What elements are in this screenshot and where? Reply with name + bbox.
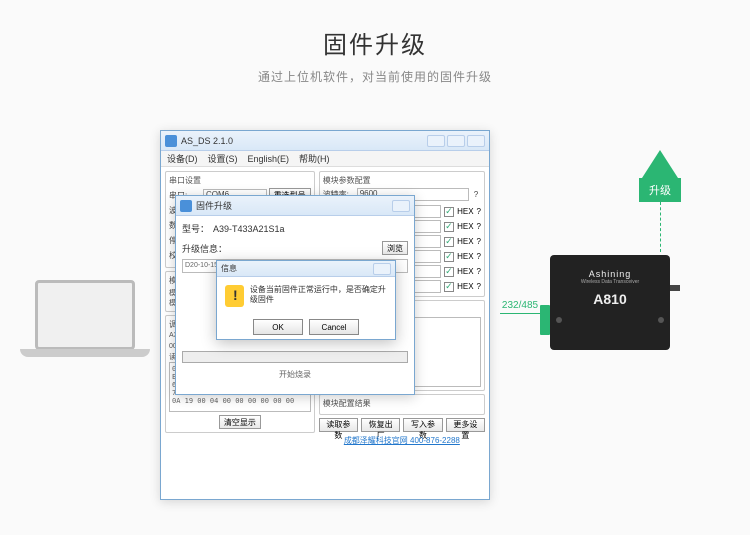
sub-close-button[interactable] <box>392 200 410 212</box>
device-model: A810 <box>556 291 664 307</box>
sub-window-title: 固件升级 <box>196 199 232 212</box>
minimize-button[interactable] <box>427 135 445 147</box>
factory-reset-button[interactable]: 恢复出厂 <box>361 418 400 432</box>
app-icon <box>180 200 192 212</box>
dialog-title: 信息 <box>221 263 237 274</box>
dialog-titlebar[interactable]: 信息 <box>217 261 395 277</box>
footer-link[interactable]: 成都泽耀科技官网 400-876-2288 <box>319 435 485 446</box>
hex-chk-1[interactable] <box>444 207 454 217</box>
menu-help[interactable]: 帮助(H) <box>299 152 330 165</box>
confirm-dialog: 信息 设备当前固件正常运行中，是否确定升级固件 OK Cancel <box>216 260 396 340</box>
laptop-illustration <box>20 280 150 380</box>
upgrade-info-label: 升级信息： <box>182 242 227 255</box>
device-brand: Ashining <box>556 269 664 279</box>
progress-bar <box>182 351 408 363</box>
page-title: 固件升级 <box>0 25 750 60</box>
ok-button[interactable]: OK <box>253 319 303 335</box>
dialog-close-button[interactable] <box>373 263 391 275</box>
menu-settings[interactable]: 设置(S) <box>208 152 238 165</box>
serial-arrow: 232/485 <box>500 300 540 314</box>
model-label: 型号： <box>182 222 209 235</box>
clear-button[interactable]: 清空显示 <box>219 415 261 429</box>
antenna-connector <box>670 285 680 291</box>
param-group-title: 模块参数配置 <box>323 175 481 186</box>
read-params-button[interactable]: 读取参数 <box>319 418 358 432</box>
config-result-title: 模块配置结果 <box>323 398 481 409</box>
cancel-button[interactable]: Cancel <box>309 319 359 335</box>
hex-chk-2[interactable] <box>444 222 454 232</box>
close-button[interactable] <box>467 135 485 147</box>
dialog-message: 设备当前固件正常运行中，是否确定升级固件 <box>250 285 387 306</box>
page-subtitle: 通过上位机软件，对当前使用的固件升级 <box>0 68 750 85</box>
serial-group-title: 串口设置 <box>169 175 311 186</box>
hardware-device: Ashining Wireless Data Transceiver A810 <box>550 255 670 350</box>
maximize-button[interactable] <box>447 135 465 147</box>
more-settings-button[interactable]: 更多设置 <box>446 418 485 432</box>
upgrade-label: 升级 <box>639 178 681 202</box>
write-params-button[interactable]: 写入参数 <box>403 418 442 432</box>
menu-device[interactable]: 设备(D) <box>167 152 198 165</box>
device-subtitle: Wireless Data Transceiver <box>556 279 664 285</box>
main-titlebar[interactable]: AS_DS 2.1.0 <box>161 131 489 151</box>
browse-button[interactable]: 浏览 <box>382 241 408 255</box>
main-window-title: AS_DS 2.1.0 <box>181 136 233 146</box>
menu-english[interactable]: English(E) <box>248 154 290 164</box>
model-value: A39-T433A21S1a <box>213 224 285 234</box>
terminal-connector <box>540 305 550 335</box>
sub-titlebar[interactable]: 固件升级 <box>176 196 414 216</box>
warning-icon <box>225 285 244 307</box>
serial-label: 232/485 <box>502 300 538 311</box>
hex-chk-5[interactable] <box>444 267 454 277</box>
start-burn-label[interactable]: 开始烧录 <box>182 369 408 380</box>
app-icon <box>165 135 177 147</box>
upgrade-arrow: 升级 <box>635 150 685 202</box>
hex-chk-6[interactable] <box>444 282 454 292</box>
hex-chk-4[interactable] <box>444 252 454 262</box>
hex-chk-3[interactable] <box>444 237 454 247</box>
